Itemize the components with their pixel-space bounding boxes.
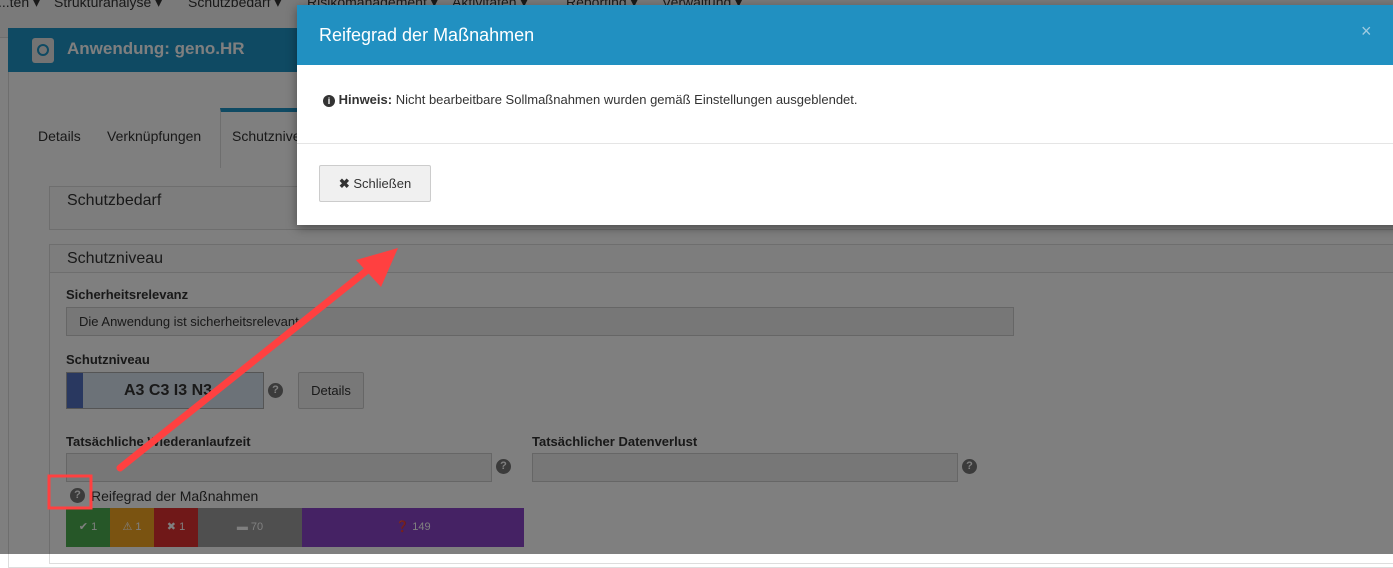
annotation-highlight-box [47, 474, 93, 510]
arrow-head [356, 248, 398, 287]
arrow-shaft [116, 264, 374, 472]
annotation-arrow [47, 248, 398, 510]
